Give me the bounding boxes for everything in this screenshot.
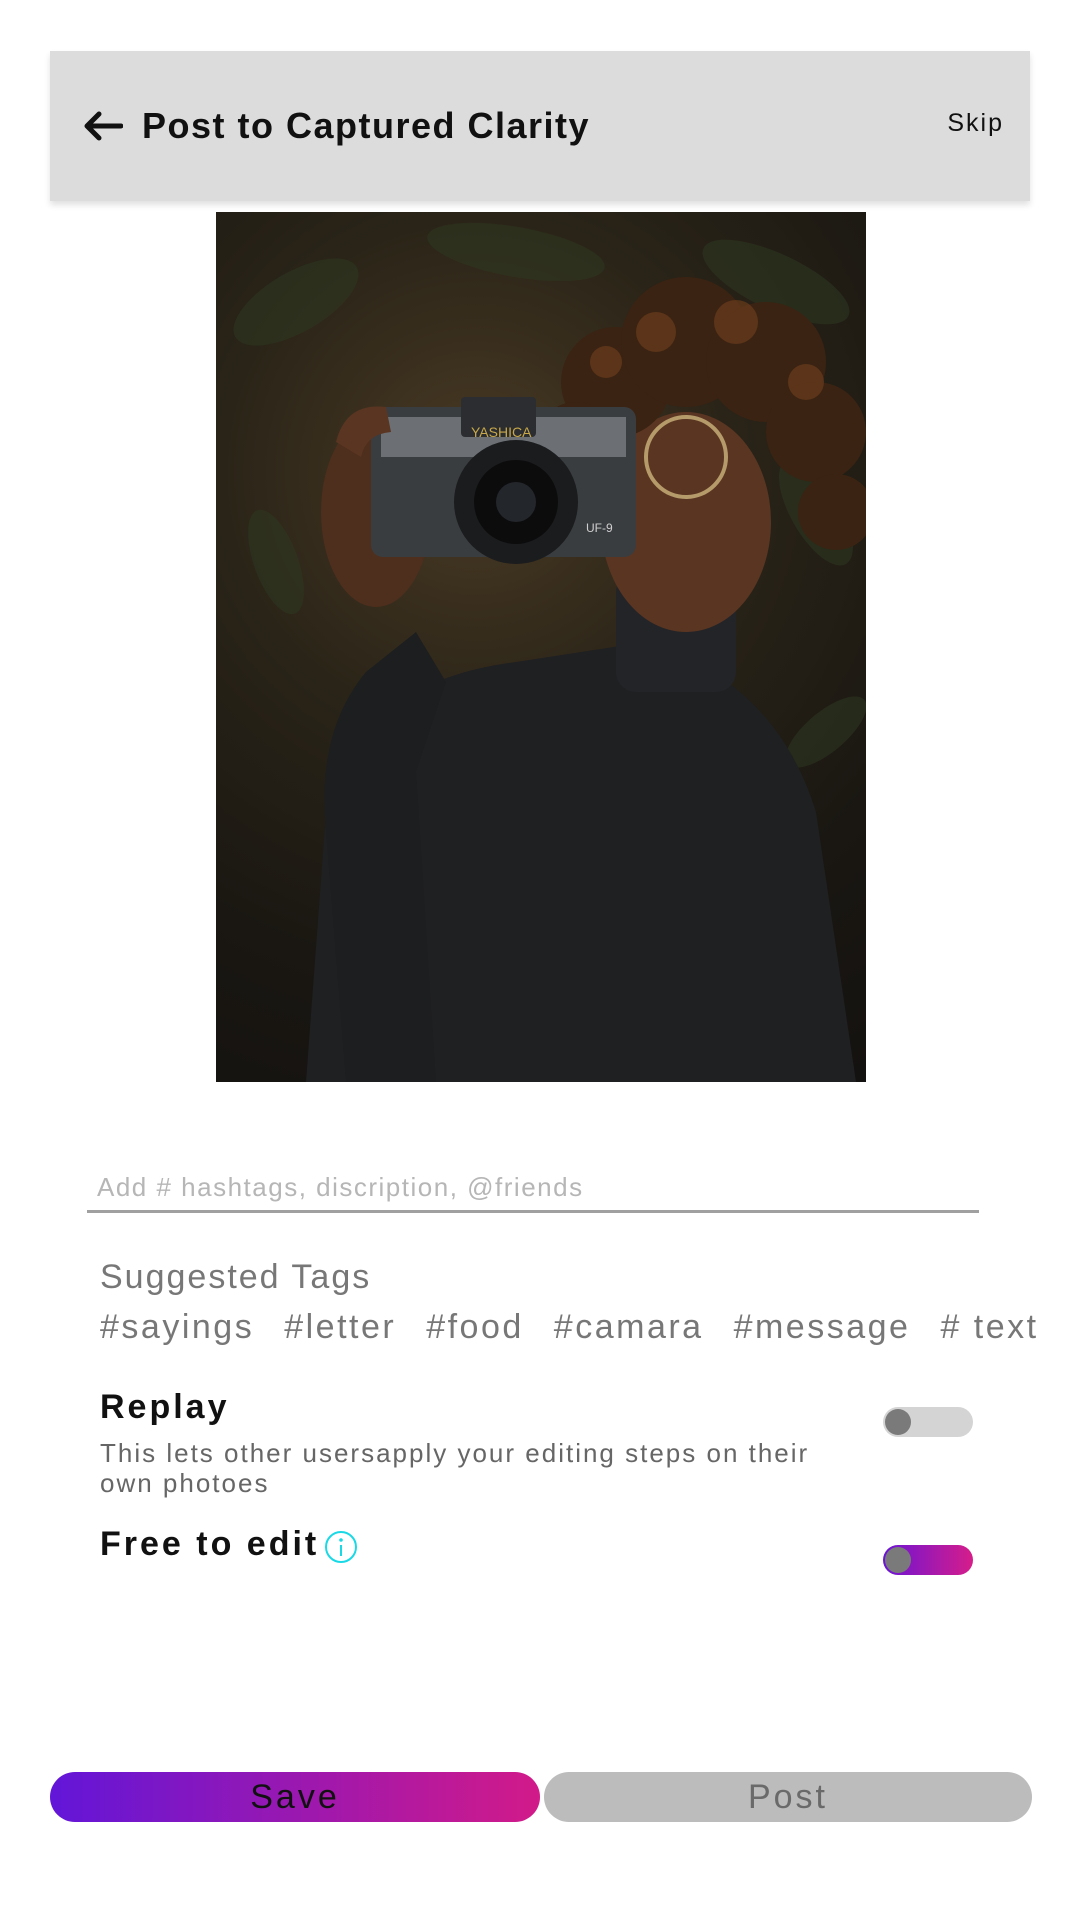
replay-description: This lets other usersapply your editing … [100,1438,810,1498]
tag-chip[interactable]: #food [426,1308,524,1352]
camera-model-text: UF-9 [586,521,613,535]
tag-chip[interactable]: #sayings [100,1308,254,1352]
save-button[interactable]: Save [50,1772,540,1822]
back-button[interactable] [78,101,128,151]
suggested-tags-list: #sayings #letter #food #camara #message … [100,1308,1069,1352]
free-to-edit-label: Free to edit [100,1525,320,1563]
toggle-knob [885,1547,911,1573]
arrow-left-icon [84,111,123,141]
replay-label: Replay [100,1388,230,1426]
post-photo: YASHICA UF-9 [216,212,866,1082]
tag-chip[interactable]: #message [734,1308,911,1352]
post-button[interactable]: Post [544,1772,1032,1822]
tag-chip[interactable]: # text [940,1308,1038,1352]
tag-chip[interactable]: #letter [284,1308,396,1352]
top-app-bar: Post to Captured Clarity Skip [50,51,1030,201]
free-to-edit-toggle[interactable] [883,1545,973,1575]
caption-input[interactable] [87,1165,979,1213]
tag-chip[interactable]: #camara [554,1308,704,1352]
skip-button[interactable]: Skip [947,109,1004,138]
camera-brand-text: YASHICA [471,424,532,440]
suggested-tags-title: Suggested Tags [100,1258,372,1296]
toggle-knob [885,1409,911,1435]
replay-toggle[interactable] [883,1407,973,1437]
photo-illustration: YASHICA UF-9 [233,222,866,1082]
page-title: Post to Captured Clarity [142,105,591,146]
info-icon[interactable] [324,1530,358,1564]
